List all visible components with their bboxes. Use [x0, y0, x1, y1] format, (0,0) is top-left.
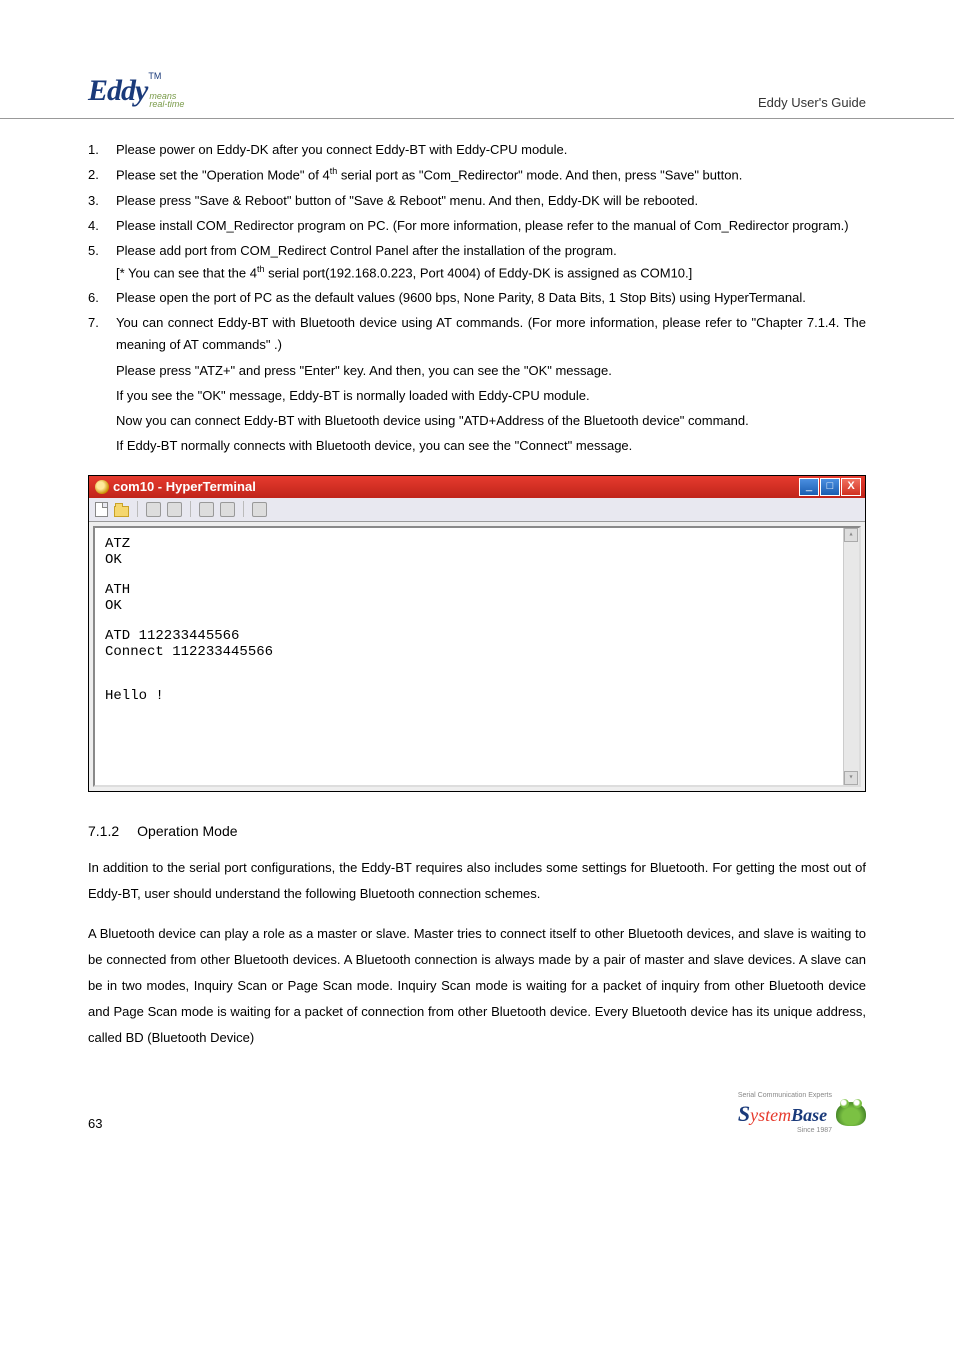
paragraph: In addition to the serial port configura… [88, 855, 866, 907]
toolbar-separator [190, 501, 191, 517]
close-button[interactable]: X [841, 478, 861, 496]
open-file-icon[interactable] [114, 506, 129, 517]
terminal-line: Hello ! [105, 688, 849, 704]
document-title: Eddy User's Guide [758, 94, 866, 112]
list-item: Please add port from COM_Redirect Contro… [88, 240, 866, 285]
instruction-list: Please power on Eddy-DK after you connec… [88, 139, 866, 357]
list-item: Please install COM_Redirector program on… [88, 215, 866, 237]
terminal-line: OK [105, 598, 849, 614]
page-header: Eddy TM means real-time Eddy User's Guid… [0, 70, 954, 119]
systembase-logo: Serial Communication Experts SystemBase … [738, 1095, 866, 1133]
minimize-button[interactable]: _ [799, 478, 819, 496]
list-item: Please power on Eddy-DK after you connec… [88, 139, 866, 161]
sub-instruction: If you see the "OK" message, Eddy-BT is … [88, 385, 866, 407]
logo-subtitle: means real-time [149, 92, 184, 108]
terminal-line: ATD 112233445566 [105, 628, 849, 644]
properties-icon[interactable] [252, 502, 267, 517]
brand-logo: Eddy TM means real-time [88, 70, 184, 112]
list-item: You can connect Eddy-BT with Bluetooth d… [88, 312, 866, 356]
list-item: Please press "Save & Reboot" button of "… [88, 190, 866, 212]
app-icon [95, 480, 109, 494]
frog-icon [836, 1102, 866, 1126]
toolbar [89, 498, 865, 522]
terminal-line: Connect 112233445566 [105, 644, 849, 660]
logo-since: Since 1987 [738, 1128, 832, 1134]
paragraph: A Bluetooth device can play a role as a … [88, 921, 866, 1051]
section-title: Operation Mode [137, 822, 237, 842]
maximize-button[interactable]: □ [820, 478, 840, 496]
receive-icon[interactable] [220, 502, 235, 517]
scroll-down-icon[interactable]: ▾ [844, 771, 858, 785]
page-footer: 63 Serial Communication Experts SystemBa… [0, 1065, 954, 1133]
new-file-icon[interactable] [95, 502, 108, 517]
toolbar-separator [243, 501, 244, 517]
scrollbar[interactable]: ▴ ▾ [843, 528, 859, 785]
window-titlebar[interactable]: com10 - HyperTerminal _ □ X [89, 476, 865, 498]
terminal-line: OK [105, 552, 849, 568]
connect-icon[interactable] [146, 502, 161, 517]
list-item: Please set the "Operation Mode" of 4th s… [88, 164, 866, 186]
section-number: 7.1.2 [88, 822, 119, 842]
toolbar-separator [137, 501, 138, 517]
terminal-line: ATZ [105, 536, 849, 552]
sub-instruction: Please press "ATZ+" and press "Enter" ke… [88, 360, 866, 382]
hyperterminal-window: com10 - HyperTerminal _ □ X ATZ OK [88, 475, 866, 792]
terminal-output[interactable]: ATZ OK ATH OK ATD 112233445566 Connect 1… [93, 526, 861, 787]
sub-instruction: If Eddy-BT normally connects with Blueto… [88, 435, 866, 457]
page-content: Please power on Eddy-DK after you connec… [0, 139, 954, 1051]
logo-text: Eddy [88, 70, 147, 112]
disconnect-icon[interactable] [167, 502, 182, 517]
window-title: com10 - HyperTerminal [113, 478, 256, 496]
terminal-line: ATH [105, 582, 849, 598]
list-item: Please open the port of PC as the defaul… [88, 287, 866, 309]
section-heading: 7.1.2 Operation Mode [88, 822, 866, 842]
logo-trademark: TM [148, 71, 161, 81]
scroll-up-icon[interactable]: ▴ [844, 528, 858, 542]
sub-instruction: Now you can connect Eddy-BT with Bluetoo… [88, 410, 866, 432]
send-icon[interactable] [199, 502, 214, 517]
page-number: 63 [88, 1115, 102, 1133]
